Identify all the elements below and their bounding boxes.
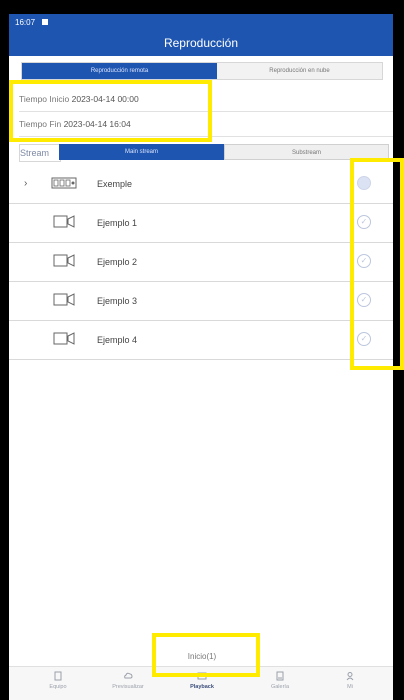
- device-row-ejemplo-1[interactable]: Ejemplo 1 ✓: [9, 204, 393, 243]
- notification-icon: [42, 19, 48, 25]
- cloud-icon: [124, 672, 133, 679]
- stream-label: Stream: [19, 144, 61, 162]
- device-icon: [54, 671, 62, 681]
- tab-label: Galería: [270, 684, 290, 690]
- cloud-playback-tab[interactable]: Reproducción en nube: [217, 63, 382, 79]
- tab-label: Playback: [190, 684, 214, 690]
- source-segment: Reproducción remota Reproducción en nube: [21, 62, 383, 80]
- gallery-icon: [276, 671, 284, 681]
- device-name: Ejemplo 3: [97, 296, 138, 306]
- highlight-start-button: [152, 633, 260, 677]
- camera-icon: [51, 215, 77, 234]
- tab-label: Previsualizar: [112, 684, 144, 690]
- camera-icon: [51, 293, 77, 312]
- profile-icon: [346, 672, 354, 681]
- highlight-time-fields: [9, 80, 212, 142]
- tab-label: Equipo: [49, 684, 67, 690]
- device-row-ejemplo-4[interactable]: Ejemplo 4 ✓: [9, 321, 393, 360]
- device-row-ejemplo-3[interactable]: Ejemplo 3 ✓: [9, 282, 393, 321]
- device-row-ejemplo-2[interactable]: Ejemplo 2 ✓: [9, 243, 393, 282]
- camera-icon: [51, 254, 77, 273]
- main-stream-button[interactable]: Main stream: [59, 144, 224, 160]
- status-time: 16:07: [15, 18, 36, 27]
- nvr-icon: [51, 176, 77, 195]
- device-name: Ejemplo 4: [97, 335, 138, 345]
- tab-mi[interactable]: Mi: [315, 671, 385, 690]
- remote-playback-tab[interactable]: Reproducción remota: [22, 63, 217, 79]
- tab-label: Mi: [347, 684, 353, 690]
- top-bar: 16:07 Reproducción: [9, 14, 393, 56]
- device-name: Ejemplo 1: [97, 218, 138, 228]
- device-name: Exemple: [97, 179, 133, 189]
- device-name: Ejemplo 2: [97, 257, 138, 267]
- stream-selector: Stream Main stream Substream: [19, 144, 393, 162]
- device-row-exemple[interactable]: › Exemple ✓: [9, 165, 393, 204]
- highlight-select-column: [350, 158, 404, 370]
- camera-icon: [51, 332, 77, 351]
- expand-chevron-icon[interactable]: ›: [24, 165, 27, 203]
- page-title: Reproducción: [163, 36, 239, 50]
- tab-equipo[interactable]: Equipo: [23, 671, 93, 690]
